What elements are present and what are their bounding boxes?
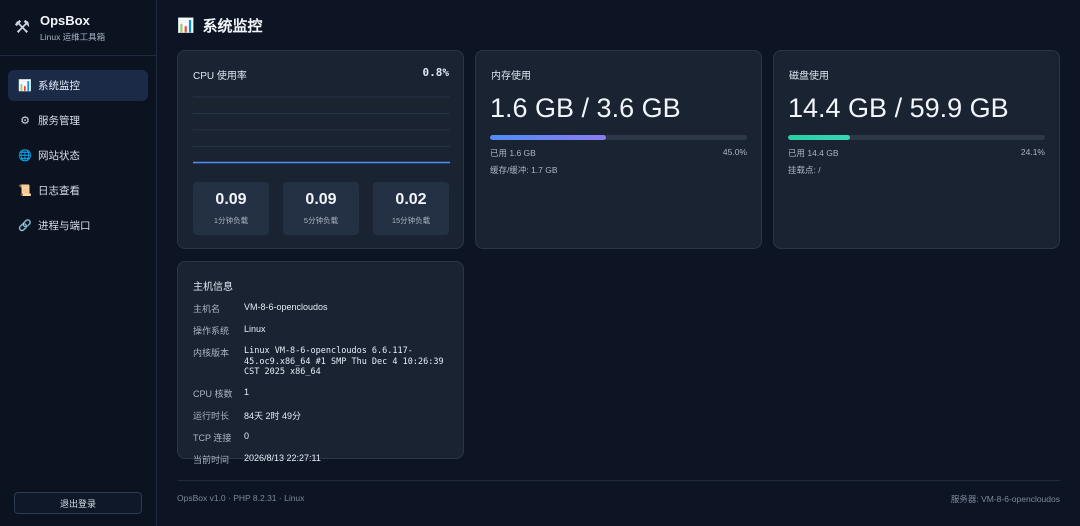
host-key: 操作系统	[193, 326, 230, 336]
sidebar-item-label: 系统监控	[38, 80, 80, 92]
sidebar-item-log-viewer[interactable]: 📜 日志查看	[8, 175, 148, 206]
host-key: 运行时长	[193, 410, 230, 421]
host-value: Linux VM-8-6-opencloudos 6.6.117-45.oc9.…	[244, 346, 444, 377]
load-5min-value: 0.09	[305, 191, 337, 208]
load-15min-label: 15分钟负载	[391, 216, 431, 225]
load-15min-value: 0.02	[395, 191, 427, 208]
host-row-kernel: 内核版本 Linux VM-8-6-opencloudos 6.6.117-45…	[193, 346, 455, 378]
host-row-uptime: 运行时长 84天 2时 49分	[193, 409, 455, 422]
host-row-tcp: TCP 连接 0	[193, 431, 455, 444]
host-value: 0	[244, 430, 250, 441]
memory-card-title: 内存使用	[491, 71, 531, 82]
load-1min-label: 1分钟负载	[213, 216, 249, 225]
disk-card-title: 磁盘使用	[789, 71, 829, 82]
disk-usage-value: 14.4 GB / 59.9 GB	[788, 93, 1009, 123]
memory-card: 内存使用 1.6 GB / 3.6 GB 已用 1.6 GB 45.0% 缓存/…	[475, 50, 762, 249]
sidebar-item-label: 服务管理	[38, 115, 80, 127]
sidebar: ⚒ OpsBox Linux 运维工具箱 📊 系统监控 ⚙ 服务管理 🌐 网站状…	[0, 0, 157, 526]
cpu-usage-chart	[193, 96, 450, 164]
memory-usage-value: 1.6 GB / 3.6 GB	[490, 93, 681, 123]
sidebar-item-site-status[interactable]: 🌐 网站状态	[8, 140, 148, 171]
host-row-cpu-cores: CPU 核数 1	[193, 387, 455, 400]
host-row-hostname: 主机名 VM-8-6-opencloudos	[193, 302, 455, 315]
footer-server: 服务器: VM-8-6-opencloudos	[950, 494, 1060, 504]
cpu-card: CPU 使用率 0.8% 0.09 1分钟负载 0.09 5分钟负载 0.02 …	[177, 50, 464, 249]
host-key: TCP 连接	[193, 432, 232, 443]
sidebar-item-system-monitor[interactable]: 📊 系统监控	[8, 70, 148, 101]
memory-progress-bar	[490, 135, 747, 140]
host-value: VM-8-6-opencloudos	[244, 302, 328, 312]
memory-percent: 45.0%	[722, 147, 747, 157]
host-value: Linux	[244, 324, 266, 334]
load-15min: 0.02 15分钟负载	[373, 182, 449, 235]
page-header: 📊 系统监控	[177, 0, 1060, 51]
host-value: 84天 2时 49分	[244, 410, 302, 421]
disk-progress-fill	[788, 135, 850, 140]
host-row-os: 操作系统 Linux	[193, 324, 455, 337]
brand-subtitle: Linux 运维工具箱	[40, 31, 106, 42]
main-content: 📊 系统监控 CPU 使用率 0.8% 0.09 1分钟负载 0.09 5分钟负…	[177, 0, 1060, 526]
sidebar-item-label: 日志查看	[38, 185, 80, 197]
disk-mount-point: 挂载点: /	[788, 165, 821, 175]
sidebar-item-label: 进程与端口	[38, 220, 91, 232]
host-key: 主机名	[193, 304, 221, 314]
globe-icon: 🌐	[18, 150, 32, 162]
disk-percent: 24.1%	[1020, 147, 1045, 157]
memory-progress-fill	[490, 135, 606, 140]
cpu-card-title: CPU 使用率	[193, 71, 247, 82]
host-info-list: 主机名 VM-8-6-opencloudos 操作系统 Linux 内核版本 L…	[193, 302, 455, 475]
host-key: 内核版本	[193, 348, 230, 358]
disk-card: 磁盘使用 14.4 GB / 59.9 GB 已用 14.4 GB 24.1% …	[773, 50, 1060, 249]
memory-cache-buffer: 缓存/缓冲: 1.7 GB	[490, 165, 558, 175]
host-key: 当前时间	[193, 454, 230, 465]
disk-used-label: 已用 14.4 GB	[788, 148, 839, 158]
tools-icon: ⚒	[14, 17, 31, 37]
host-value: 1	[244, 386, 250, 397]
sidebar-item-process-ports[interactable]: 🔗 进程与端口	[8, 210, 148, 241]
memory-used-label: 已用 1.6 GB	[490, 148, 536, 158]
host-card-title: 主机信息	[193, 282, 233, 293]
host-key: CPU 核数	[193, 388, 233, 399]
footer-divider	[177, 480, 1060, 481]
load-1min-value: 0.09	[215, 191, 247, 208]
cpu-usage-value: 0.8%	[422, 66, 450, 79]
load-5min-label: 5分钟负载	[303, 216, 339, 225]
sidebar-item-label: 网站状态	[38, 150, 80, 162]
brand-name: OpsBox	[40, 12, 90, 28]
scroll-icon: 📜	[18, 185, 32, 197]
chart-icon: 📊	[177, 17, 195, 33]
load-5min: 0.09 5分钟负载	[283, 182, 359, 235]
sidebar-nav: 📊 系统监控 ⚙ 服务管理 🌐 网站状态 📜 日志查看 🔗 进程与端口	[0, 56, 156, 241]
sidebar-item-service-management[interactable]: ⚙ 服务管理	[8, 105, 148, 136]
footer-version: OpsBox v1.0 · PHP 8.2.31 · Linux	[177, 493, 305, 503]
host-value: 2026/8/13 22:27:11	[244, 452, 321, 463]
gear-icon: ⚙	[20, 115, 30, 127]
host-row-current-time: 当前时间 2026/8/13 22:27:11	[193, 453, 455, 466]
page-title: 系统监控	[202, 18, 263, 35]
host-info-card: 主机信息 主机名 VM-8-6-opencloudos 操作系统 Linux 内…	[177, 261, 464, 465]
brand: ⚒ OpsBox Linux 运维工具箱	[0, 0, 156, 56]
load-1min: 0.09 1分钟负载	[193, 182, 269, 235]
link-icon: 🔗	[18, 220, 32, 232]
logout-button[interactable]: 退出登录	[14, 492, 142, 514]
chart-icon: 📊	[18, 80, 32, 92]
disk-progress-bar	[788, 135, 1045, 140]
